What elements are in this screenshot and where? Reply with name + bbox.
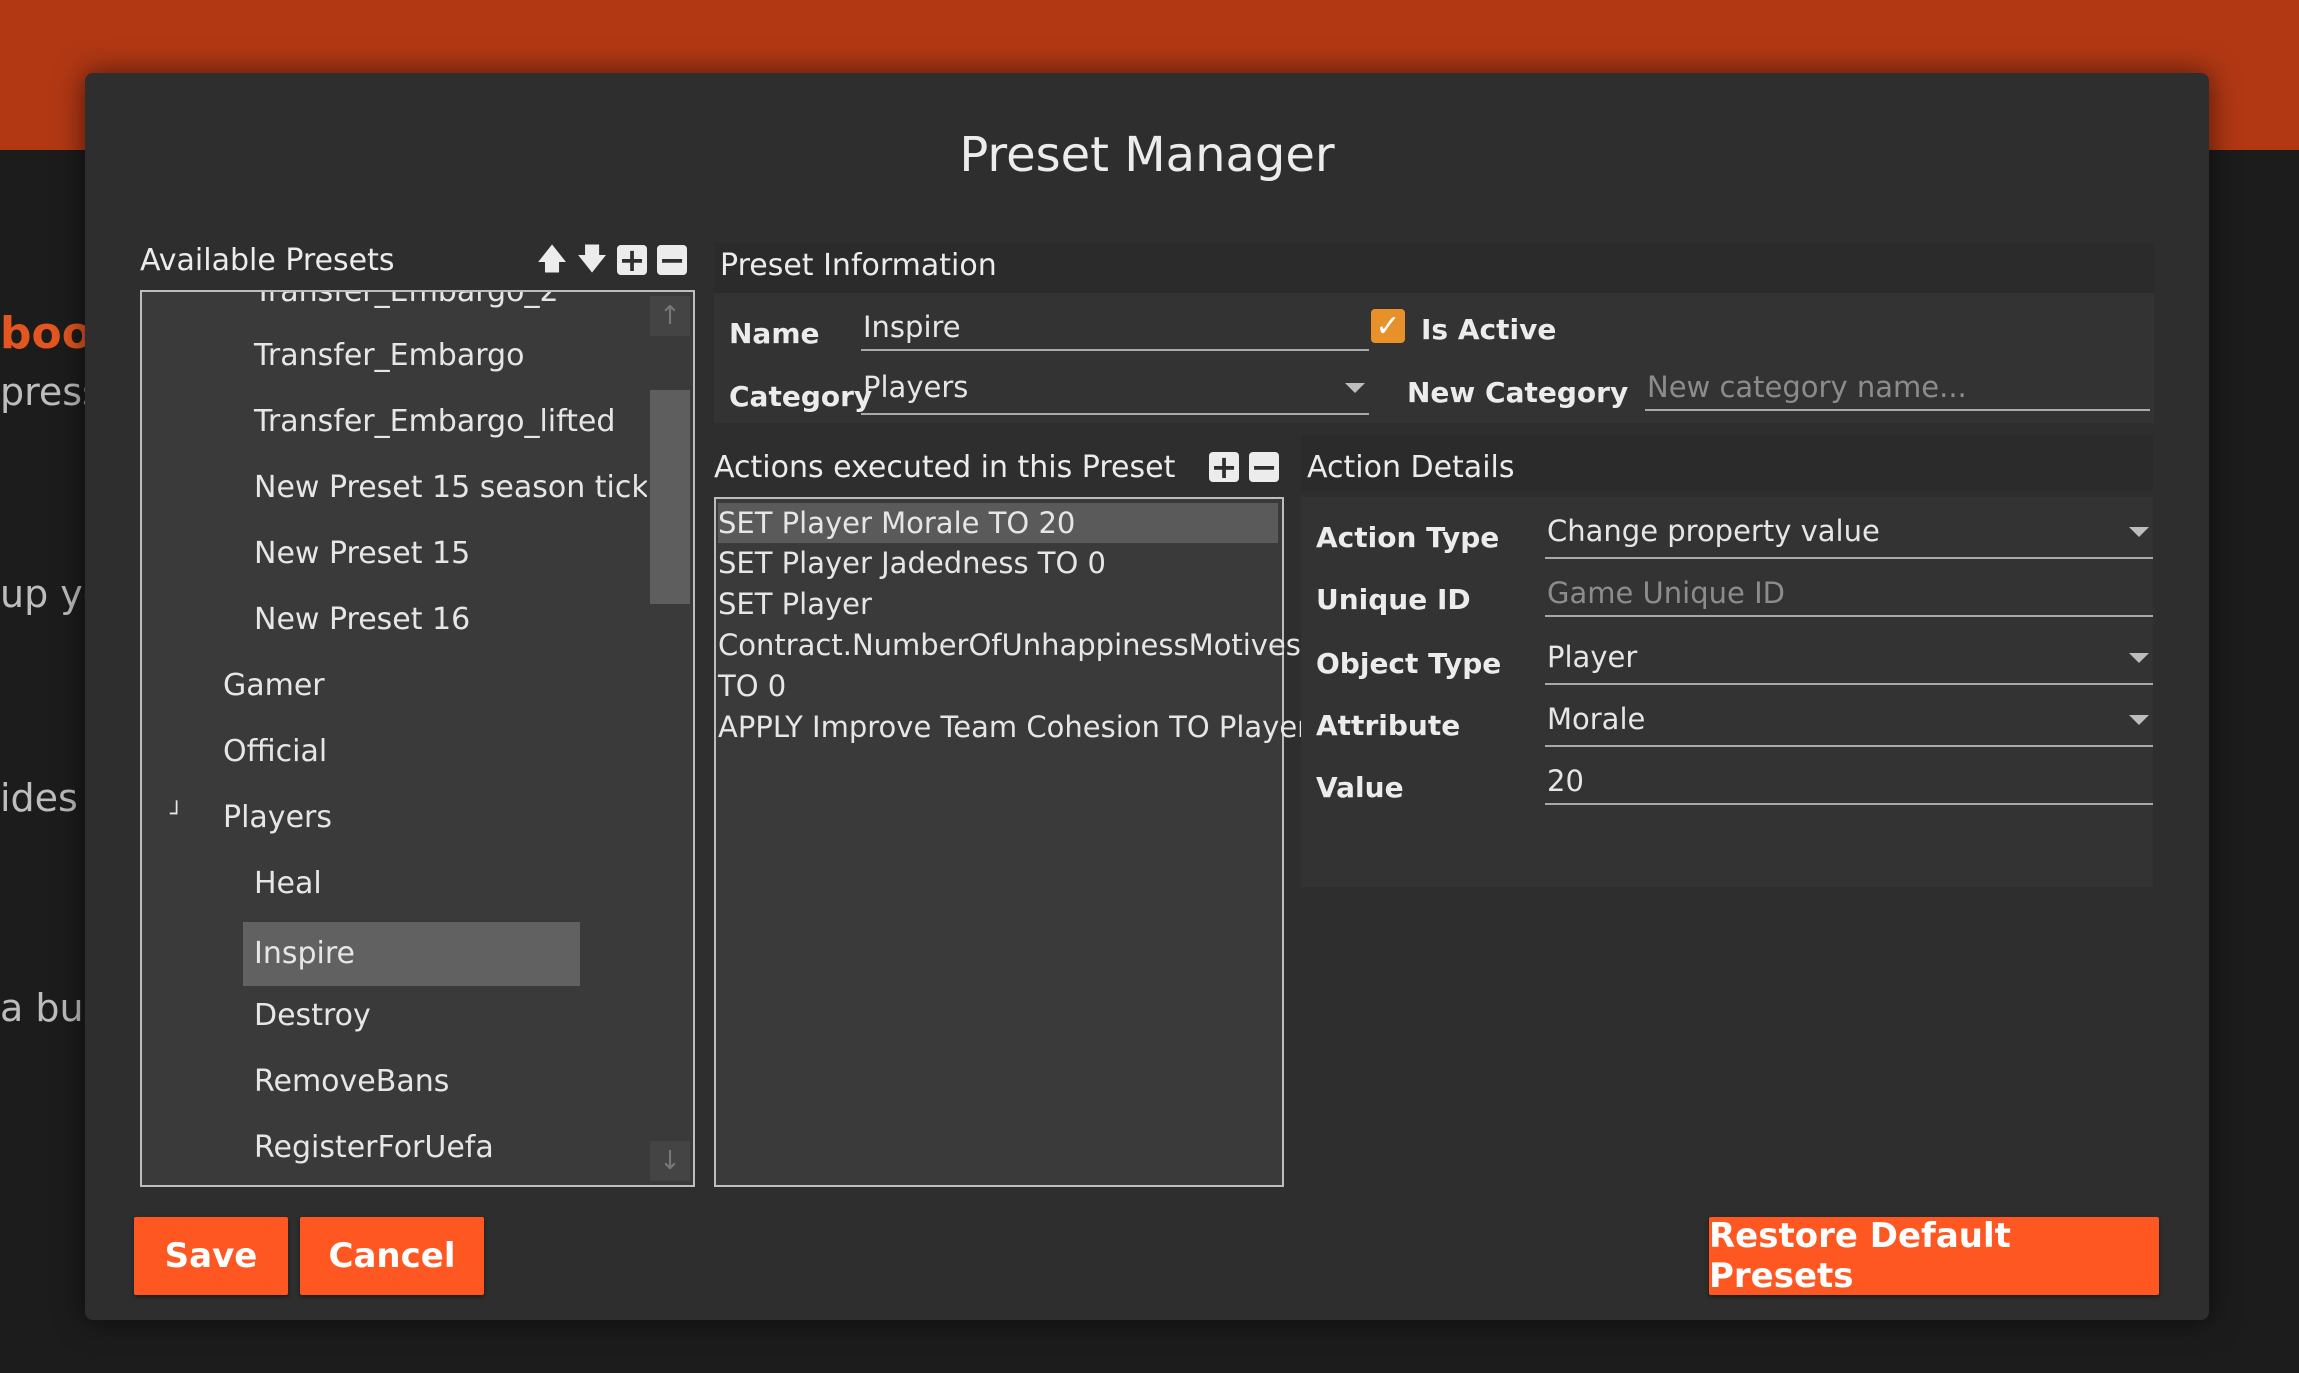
- category-dropdown[interactable]: Players: [861, 365, 1369, 415]
- save-button[interactable]: Save: [134, 1217, 288, 1295]
- plus-icon: +: [618, 241, 646, 279]
- available-presets-title: Available Presets: [140, 243, 395, 278]
- add-preset-button[interactable]: +: [617, 241, 647, 279]
- is-active-checkbox[interactable]: ✓: [1371, 308, 1405, 344]
- tree-item[interactable]: Transfer_Embargo_2: [254, 292, 559, 320]
- minus-icon: −: [658, 241, 686, 279]
- collapse-icon[interactable]: ┘: [170, 802, 183, 827]
- presets-tree[interactable]: Transfer_Embargo_2 Transfer_Embargo Tran…: [140, 290, 695, 1187]
- tree-item[interactable]: Transfer_Embargo_lifted: [254, 394, 615, 450]
- attribute-dropdown[interactable]: Morale: [1545, 697, 2153, 747]
- value-label: Value: [1316, 771, 1404, 804]
- category-value: Players: [863, 370, 969, 404]
- unique-id-label: Unique ID: [1316, 583, 1471, 616]
- action-type-value: Change property value: [1547, 514, 1880, 548]
- is-active-label: Is Active: [1421, 313, 1557, 346]
- arrow-down-icon: 🡇: [576, 242, 608, 277]
- action-item[interactable]: Contract.NumberOfUnhappinessMotives: [718, 625, 1301, 665]
- tree-item[interactable]: Destroy: [254, 988, 371, 1044]
- value-input[interactable]: [1545, 759, 2153, 805]
- preset-manager-dialog: Preset Manager Available Presets 🡅 🡇 + −…: [85, 73, 2209, 1320]
- presets-scrollbar[interactable]: ↑ ↓: [647, 292, 693, 1185]
- tree-item-official[interactable]: Official: [223, 724, 327, 780]
- actions-panel-title: Actions executed in this Preset: [714, 450, 1176, 485]
- scroll-thumb[interactable]: [650, 390, 690, 604]
- preset-information-title: Preset Information: [720, 248, 997, 283]
- action-item-selected[interactable]: SET Player Morale TO 20: [718, 503, 1278, 543]
- tree-item[interactable]: Transfer_Embargo: [254, 328, 524, 384]
- chevron-down-icon: [1345, 383, 1365, 393]
- category-label: Category: [729, 380, 873, 413]
- arrow-up-icon: 🡅: [536, 242, 568, 277]
- tree-item[interactable]: New Preset 15: [254, 526, 470, 582]
- scroll-up-icon[interactable]: ↑: [650, 296, 690, 336]
- plus-icon: +: [1210, 448, 1238, 486]
- name-label: Name: [729, 317, 820, 350]
- background-text: ides: [0, 776, 78, 820]
- chevron-down-icon: [2129, 653, 2149, 663]
- remove-action-button[interactable]: −: [1249, 448, 1279, 486]
- move-down-button[interactable]: 🡇: [576, 242, 608, 277]
- action-details-title: Action Details: [1307, 450, 1515, 485]
- tree-item-gamer[interactable]: Gamer: [223, 658, 325, 714]
- tree-item-players[interactable]: Players: [223, 790, 332, 846]
- tree-item-selected[interactable]: Inspire: [243, 922, 580, 986]
- chevron-down-icon: [2129, 527, 2149, 537]
- new-category-label: New Category: [1407, 376, 1629, 409]
- minus-icon: −: [1250, 448, 1278, 486]
- cancel-button[interactable]: Cancel: [300, 1217, 484, 1295]
- add-action-button[interactable]: +: [1209, 448, 1239, 486]
- tree-item[interactable]: Heal: [254, 856, 322, 912]
- action-type-label: Action Type: [1316, 521, 1500, 554]
- tree-item[interactable]: RemoveBans: [254, 1054, 449, 1110]
- scroll-down-icon[interactable]: ↓: [650, 1141, 690, 1181]
- unique-id-input[interactable]: [1545, 571, 2153, 617]
- tree-item[interactable]: New Preset 16: [254, 592, 470, 648]
- attribute-label: Attribute: [1316, 709, 1461, 742]
- action-type-dropdown[interactable]: Change property value: [1545, 509, 2153, 559]
- tree-item[interactable]: New Preset 15 season ticket: [254, 460, 678, 516]
- attribute-value: Morale: [1547, 702, 1646, 736]
- move-up-button[interactable]: 🡅: [536, 242, 568, 277]
- restore-default-presets-button[interactable]: Restore Default Presets: [1709, 1216, 2159, 1296]
- object-type-label: Object Type: [1316, 647, 1502, 680]
- object-type-value: Player: [1547, 640, 1638, 674]
- new-category-input[interactable]: [1645, 365, 2150, 411]
- actions-list[interactable]: SET Player Morale TO 20 SET Player Jaded…: [714, 497, 1309, 1187]
- name-input[interactable]: [861, 305, 1369, 351]
- chevron-down-icon: [2129, 715, 2149, 725]
- action-item[interactable]: SET Player: [718, 584, 872, 624]
- tree-item[interactable]: RegisterForUefa: [254, 1120, 494, 1176]
- check-icon: ✓: [1375, 308, 1401, 344]
- action-item[interactable]: TO 0: [718, 666, 786, 706]
- action-item[interactable]: APPLY Improve Team Cohesion TO Player: [718, 707, 1309, 747]
- dialog-title: Preset Manager: [959, 127, 1335, 183]
- action-item[interactable]: SET Player Jadedness TO 0: [718, 543, 1106, 583]
- object-type-dropdown[interactable]: Player: [1545, 635, 2153, 685]
- remove-preset-button[interactable]: −: [657, 241, 687, 279]
